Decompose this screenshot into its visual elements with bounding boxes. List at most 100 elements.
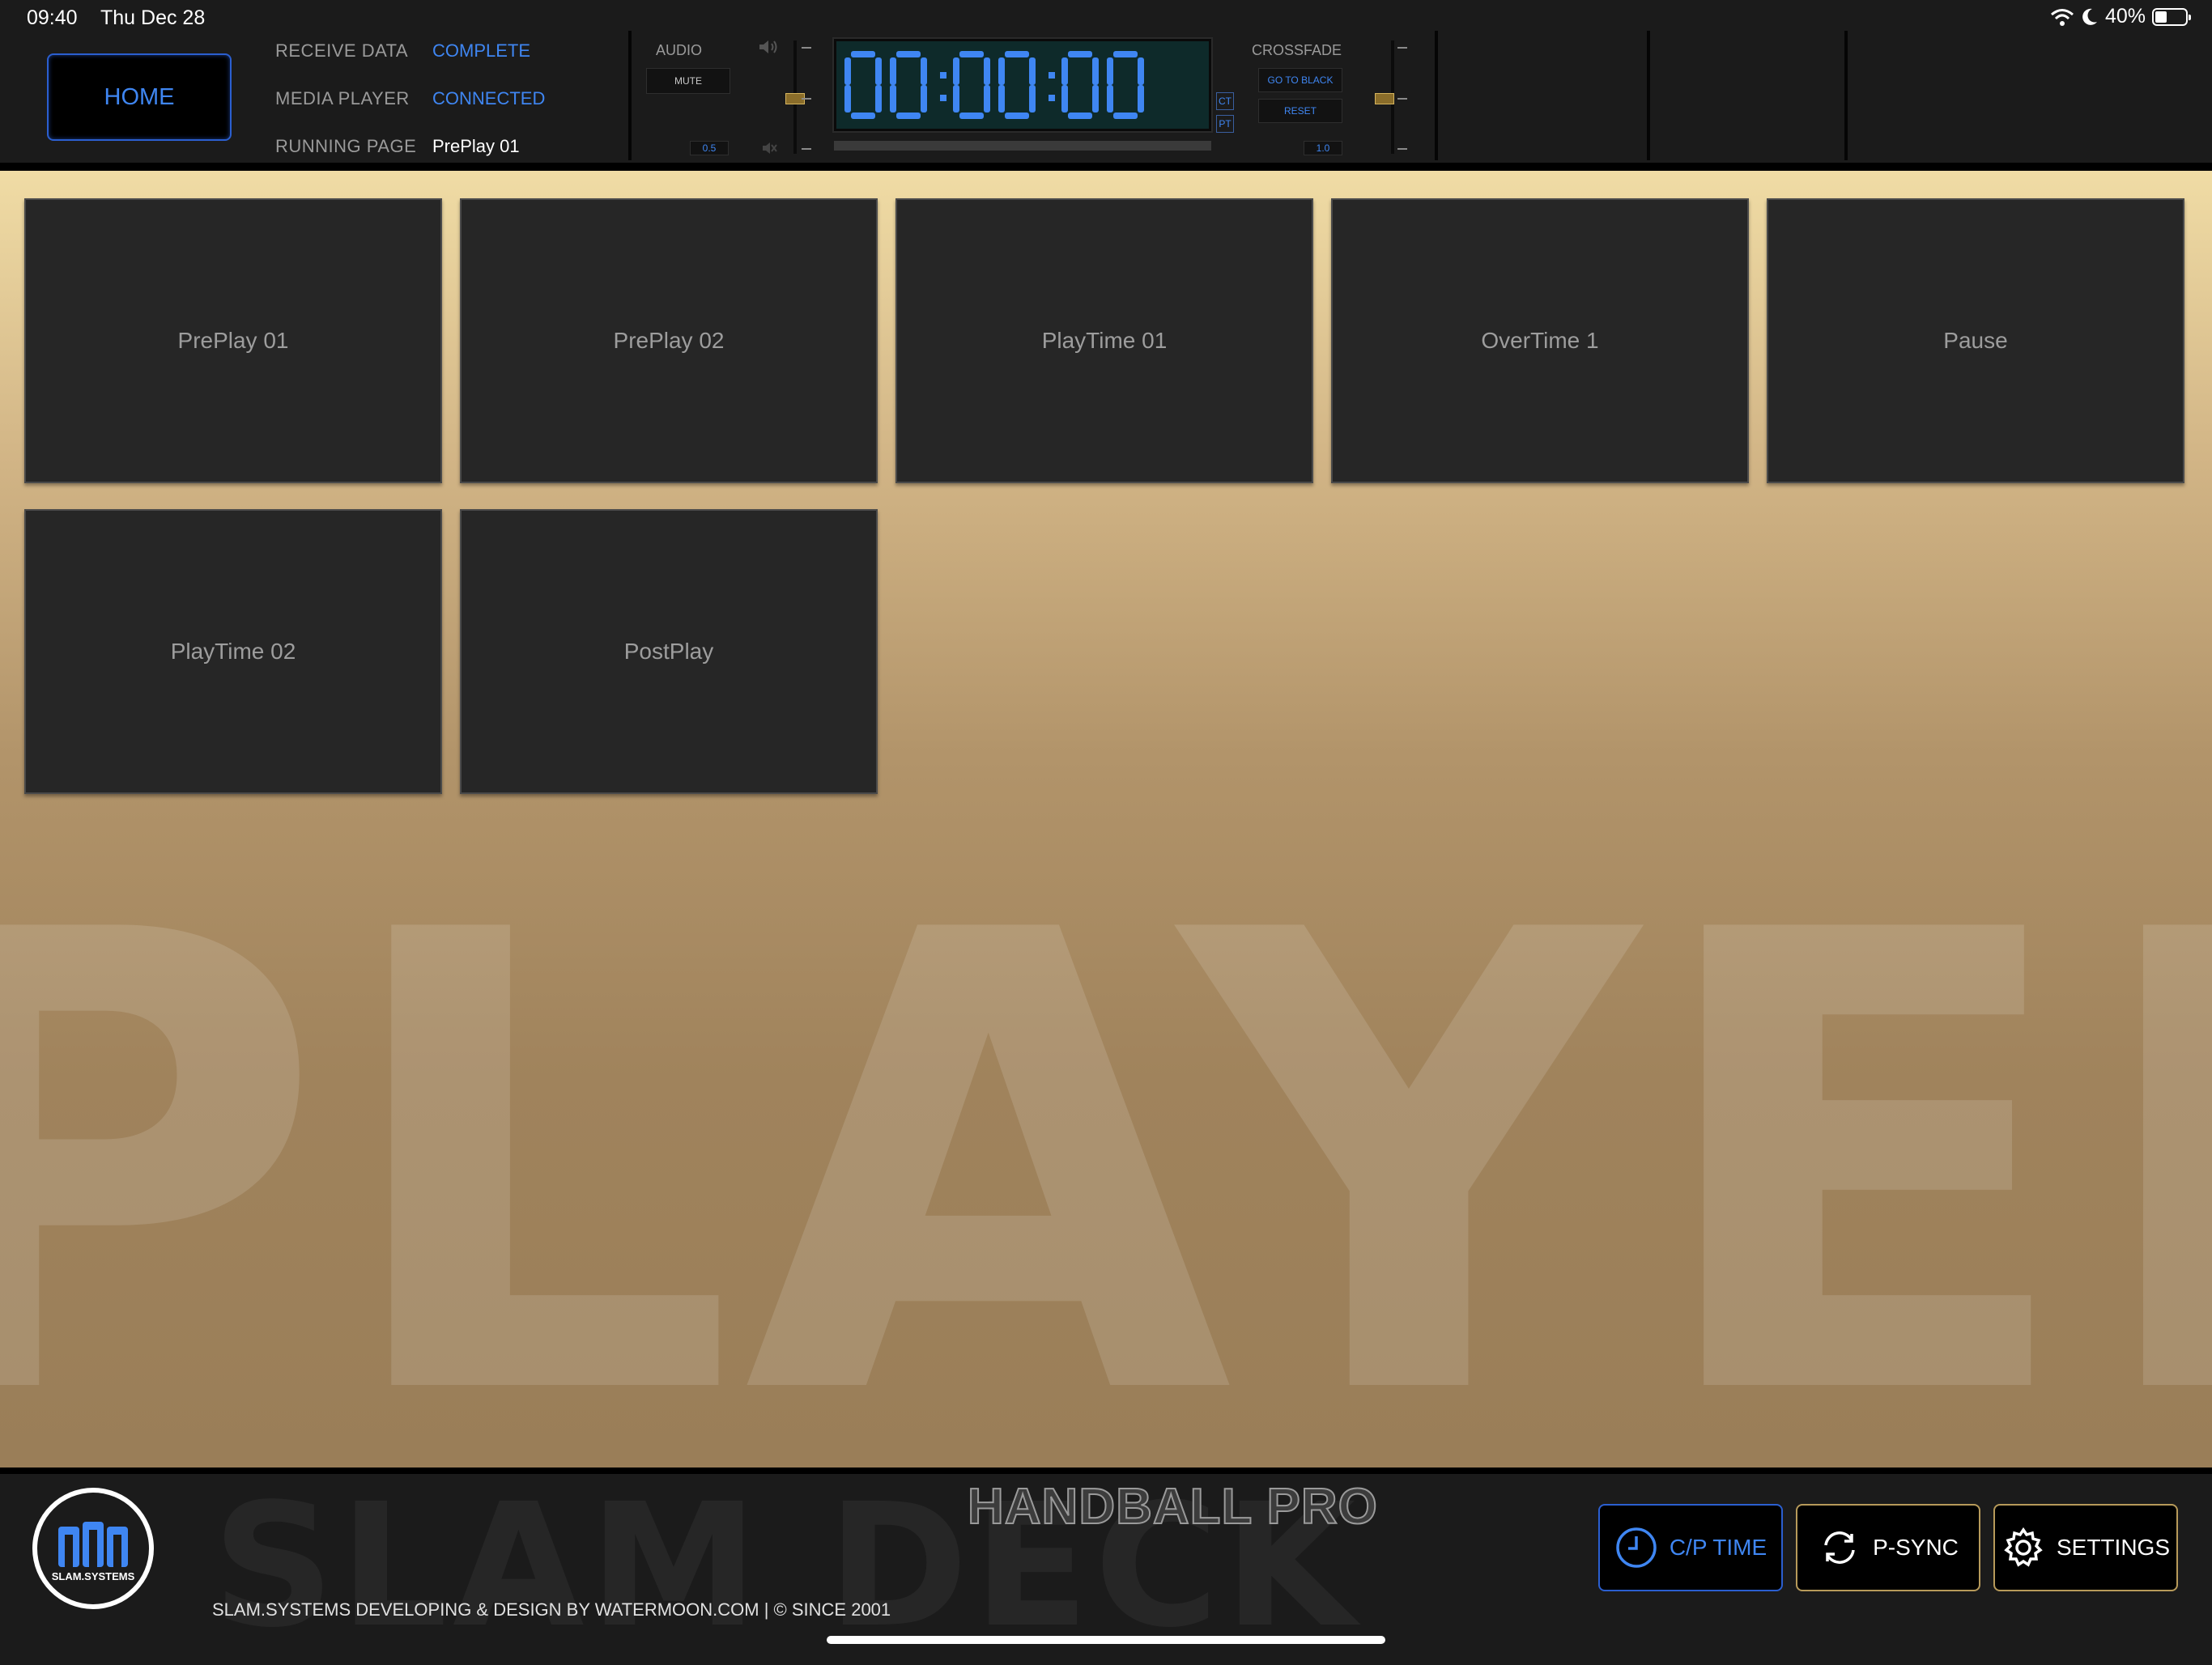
crossfade-fader-knob[interactable]	[1375, 93, 1394, 104]
page-grid-area: PLAYER PrePlay 01 PrePlay 02 PlayTime 01…	[0, 171, 2212, 1467]
gear-icon	[2004, 1527, 2043, 1567]
separator	[1647, 31, 1650, 160]
audio-label: AUDIO	[656, 42, 703, 58]
status-time: 09:40	[27, 6, 78, 29]
audio-value: 0.5	[690, 141, 729, 155]
cp-time-label: C/P TIME	[1669, 1535, 1767, 1560]
timer-segment	[921, 85, 927, 113]
sync-icon	[1824, 1531, 1855, 1564]
status-indicators: 40%	[2050, 5, 2191, 28]
settings-button[interactable]: SETTINGS	[1993, 1504, 2178, 1591]
receive-data-value: COMPLETE	[432, 40, 531, 61]
status-bar: 09:40 Thu Dec 28 40%	[0, 0, 2212, 37]
timer-segment	[1029, 85, 1036, 113]
timer-segment	[851, 113, 875, 119]
timer-colon	[1049, 72, 1055, 79]
timer-segment	[959, 113, 984, 119]
top-divider	[0, 163, 2212, 171]
separator	[1435, 31, 1438, 160]
fader-tick	[1397, 98, 1407, 100]
running-page-label: RUNNING PAGE	[275, 136, 417, 156]
p-sync-button[interactable]: P-SYNC	[1796, 1504, 1980, 1591]
background-watermark: PLAYER	[0, 799, 2212, 1467]
timer-segment	[896, 51, 921, 57]
page-tile[interactable]: PrePlay 02	[460, 198, 878, 483]
separator	[1844, 31, 1848, 160]
logo-text: SLAM.SYSTEMS	[51, 1570, 135, 1582]
page-tile[interactable]: PlayTime 01	[895, 198, 1313, 483]
home-indicator[interactable]	[827, 1636, 1385, 1644]
clock-icon	[1616, 1527, 1657, 1568]
fader-tick	[1397, 148, 1407, 150]
timer-segment	[984, 85, 990, 113]
timer-segment	[1113, 113, 1138, 119]
timer-segment	[1107, 85, 1113, 113]
battery-icon	[2152, 7, 2191, 26]
timer-segment	[1005, 51, 1029, 57]
timer-colon	[940, 95, 946, 101]
timer-segment	[953, 57, 959, 85]
timer-segment	[1029, 57, 1036, 85]
timer-segment	[1061, 57, 1068, 85]
timer-segment	[1138, 85, 1144, 113]
timer-segment	[851, 51, 875, 57]
speaker-icon	[759, 40, 777, 53]
timer-segment	[844, 57, 851, 85]
timer-segment	[1092, 85, 1099, 113]
timer-display	[834, 39, 1211, 131]
timer-progress-bar	[834, 141, 1211, 151]
status-date: Thu Dec 28	[100, 6, 206, 29]
timer-segment	[890, 85, 896, 113]
media-player-label: MEDIA PLAYER	[275, 88, 410, 108]
battery-fill	[2155, 11, 2167, 23]
running-page-value: PrePlay 01	[432, 136, 520, 156]
page-tile[interactable]: PostPlay	[460, 509, 878, 794]
speaker-mute-icon	[763, 142, 777, 154]
reset-button[interactable]: RESET	[1258, 99, 1342, 123]
ct-toggle[interactable]: CT	[1216, 92, 1234, 110]
timer-segment	[1107, 57, 1113, 85]
separator	[628, 31, 632, 160]
timer-segment	[844, 85, 851, 113]
slam-systems-logo: SLAM.SYSTEMS	[32, 1488, 154, 1609]
crossfade-label: CROSSFADE	[1252, 42, 1342, 58]
p-sync-label: P-SYNC	[1873, 1535, 1959, 1560]
go-to-black-button[interactable]: GO TO BLACK	[1258, 68, 1342, 92]
timer-segment	[953, 85, 959, 113]
timer-segment	[1113, 51, 1138, 57]
timer-segment	[1068, 51, 1092, 57]
product-name: HANDBALL PRO	[967, 1478, 1378, 1535]
fader-tick	[802, 47, 811, 49]
pt-toggle[interactable]: PT	[1216, 115, 1234, 133]
receive-data-label: RECEIVE DATA	[275, 40, 409, 61]
timer-segment	[896, 113, 921, 119]
timer-colon	[1049, 95, 1055, 101]
wifi-icon	[2050, 8, 2074, 26]
home-button[interactable]: HOME	[47, 53, 232, 141]
logo-mark-icon	[58, 1522, 128, 1567]
mute-button[interactable]: MUTE	[646, 68, 730, 94]
credits-text: SLAM.SYSTEMS DEVELOPING & DESIGN BY WATE…	[212, 1599, 891, 1620]
fader-tick	[1397, 47, 1407, 49]
timer-segment	[984, 57, 990, 85]
timer-segment	[921, 57, 927, 85]
page-tile[interactable]: PlayTime 02	[24, 509, 442, 794]
battery-percent: 40%	[2104, 5, 2146, 28]
timer-segment	[875, 57, 882, 85]
fader-tick	[802, 148, 811, 150]
timer-colon	[940, 72, 946, 79]
crossfade-value: 1.0	[1304, 141, 1342, 155]
timer-segment	[1005, 113, 1029, 119]
cp-time-button[interactable]: C/P TIME	[1598, 1504, 1783, 1591]
timer-segment	[1061, 85, 1068, 113]
timer-segment	[998, 57, 1005, 85]
timer-segment	[1092, 57, 1099, 85]
timer-segment	[998, 85, 1005, 113]
moon-icon	[2082, 8, 2097, 25]
timer-segment	[1068, 113, 1092, 119]
page-tile[interactable]: OverTime 1	[1331, 198, 1749, 483]
settings-label: SETTINGS	[2056, 1535, 2170, 1560]
page-tile[interactable]: PrePlay 01	[24, 198, 442, 483]
page-tile[interactable]: Pause	[1767, 198, 2184, 483]
timer-segment	[890, 57, 896, 85]
